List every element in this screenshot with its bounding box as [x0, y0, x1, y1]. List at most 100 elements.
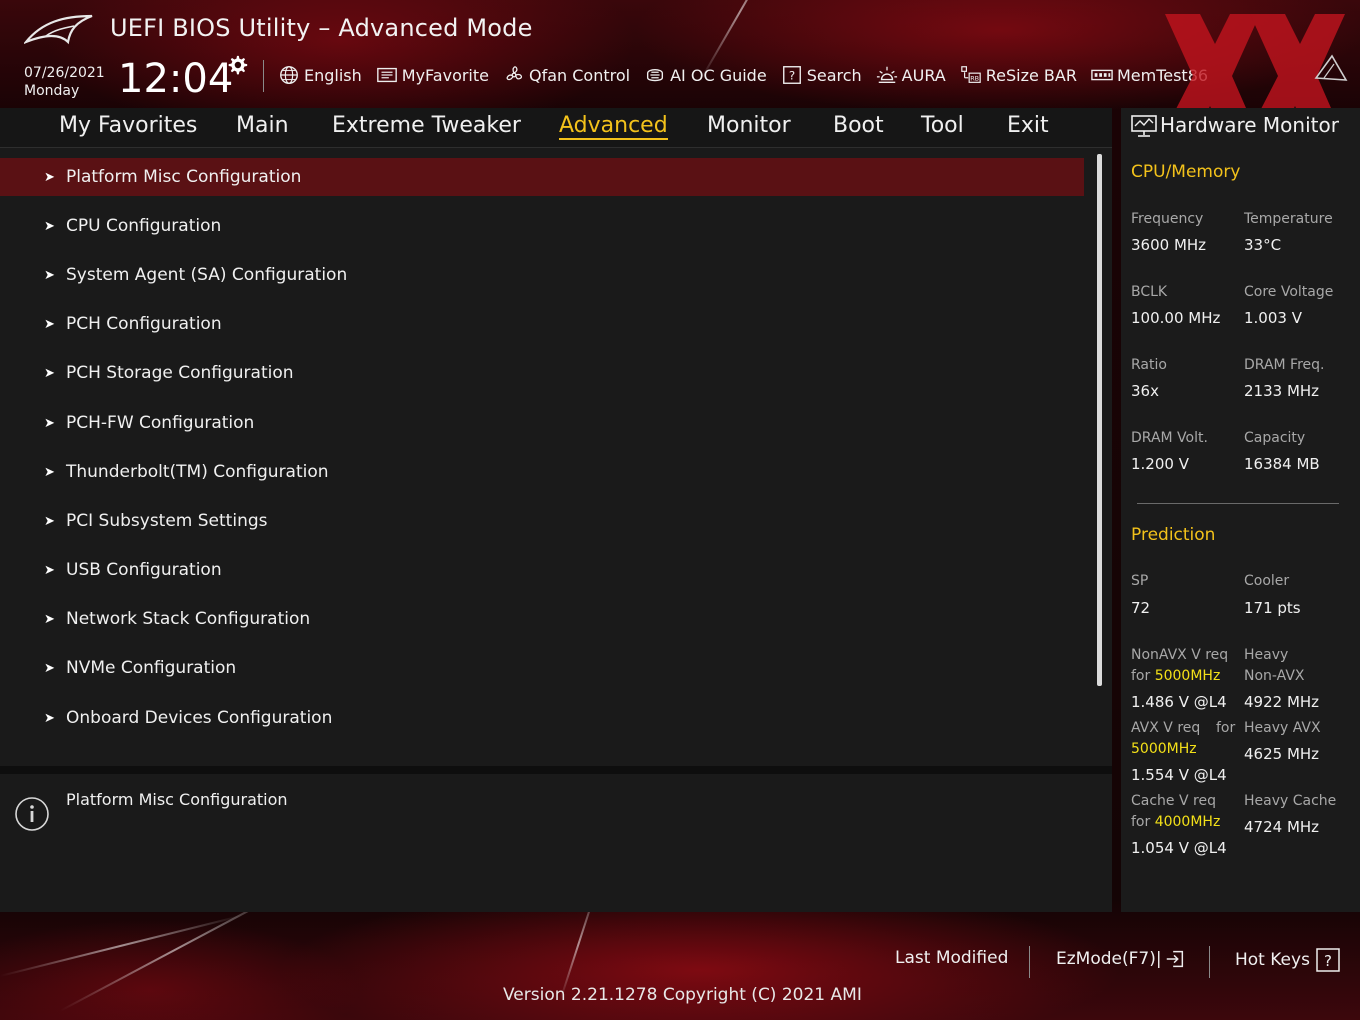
- search-button[interactable]: ? Search: [781, 64, 862, 86]
- myfavorite-button[interactable]: MyFavorite: [376, 64, 489, 86]
- aura-light-icon: [876, 66, 897, 84]
- monitor-icon: [1131, 115, 1157, 137]
- chevron-right-icon: ➤: [44, 267, 55, 283]
- nonavx-freq-highlight: 5000MHz: [1154, 668, 1221, 684]
- menu-item-label: PCH Storage Configuration: [66, 363, 294, 383]
- menu-item-label: CPU Configuration: [66, 216, 222, 236]
- dram-freq-value: 2133 MHz: [1244, 382, 1320, 400]
- date-display: 07/26/2021 Monday: [24, 64, 105, 100]
- clock-display: 12:04: [118, 56, 234, 102]
- ai-chip-icon: [647, 69, 664, 82]
- nonavx-for-text: for: [1131, 668, 1151, 684]
- date-text: 07/26/2021: [24, 65, 105, 81]
- tab-extreme-tweaker[interactable]: Extreme Tweaker: [332, 113, 521, 138]
- tab-boot[interactable]: Boot: [833, 113, 884, 138]
- footer-separator: [1029, 946, 1030, 978]
- menu-item-onboard-devices[interactable]: ➤ Onboard Devices Configuration: [0, 699, 1084, 737]
- dram-volt-value: 1.200 V: [1131, 455, 1189, 473]
- sp-label: SP: [1131, 573, 1149, 589]
- page-title: UEFI BIOS Utility – Advanced Mode: [110, 14, 533, 42]
- menu-item-system-agent[interactable]: ➤ System Agent (SA) Configuration: [0, 256, 1084, 294]
- heavy-nonavx-label: Heavy Non-AVX: [1244, 645, 1305, 687]
- language-button[interactable]: English: [278, 64, 362, 86]
- cache-label-line2: for 4000MHz: [1131, 812, 1220, 833]
- chevron-right-icon: ➤: [44, 169, 55, 185]
- heavy-nonavx-label-line1: Heavy: [1244, 647, 1289, 663]
- avx-vreq-text: AVX V req: [1131, 720, 1201, 736]
- aura-button[interactable]: AURA: [876, 64, 946, 86]
- tab-advanced[interactable]: Advanced: [559, 113, 668, 140]
- menu-item-pch-storage[interactable]: ➤ PCH Storage Configuration: [0, 354, 1084, 392]
- menu-item-label: PCH-FW Configuration: [66, 413, 255, 433]
- core-voltage-value: 1.003 V: [1244, 309, 1302, 327]
- ezmode-label: EzMode(F7)|: [1056, 949, 1162, 969]
- qfan-control-button[interactable]: Qfan Control: [503, 64, 630, 86]
- last-modified-button[interactable]: Last Modified: [895, 948, 1008, 968]
- tab-tool[interactable]: Tool: [921, 113, 964, 138]
- header-separator: [263, 60, 264, 92]
- resize-bar-icon: RB: [960, 66, 981, 83]
- menu-item-usb[interactable]: ➤ USB Configuration: [0, 551, 1084, 589]
- avx-vreq-value: 1.554 V @L4: [1131, 766, 1227, 784]
- menu-item-nvme[interactable]: ➤ NVMe Configuration: [0, 649, 1084, 687]
- resize-bar-button[interactable]: RB ReSize BAR: [960, 64, 1077, 86]
- tab-monitor[interactable]: Monitor: [707, 113, 791, 138]
- prediction-heading: Prediction: [1131, 525, 1216, 545]
- menu-item-cpu[interactable]: ➤ CPU Configuration: [0, 207, 1084, 245]
- cache-vreq-value: 1.054 V @L4: [1131, 839, 1227, 857]
- chevron-right-icon: ➤: [44, 611, 55, 627]
- dram-volt-label: DRAM Volt.: [1131, 430, 1208, 446]
- ezmode-button[interactable]: EzMode(F7)|: [1056, 948, 1186, 970]
- svg-text:?: ?: [789, 69, 795, 83]
- chevron-right-icon: ➤: [44, 710, 55, 726]
- cache-label-line1: Cache V req: [1131, 793, 1216, 809]
- menu-item-platform-misc[interactable]: ➤ Platform Misc Configuration: [0, 158, 1084, 196]
- nonavx-label-line2: for 5000MHz: [1131, 666, 1228, 687]
- advanced-menu-list: ➤ Platform Misc Configuration ➤ CPU Config…: [0, 148, 1112, 766]
- core-voltage-label: Core Voltage: [1244, 284, 1334, 300]
- avx-freq-highlight: 5000MHz: [1131, 741, 1197, 757]
- menu-item-pci-subsystem[interactable]: ➤ PCI Subsystem Settings: [0, 502, 1084, 540]
- tab-exit[interactable]: Exit: [1007, 113, 1049, 138]
- ai-oc-guide-label: AI OC Guide: [670, 65, 767, 85]
- favorite-list-icon: [376, 67, 397, 83]
- cooler-value: 171 pts: [1244, 599, 1301, 617]
- resize-bar-label: ReSize BAR: [985, 65, 1077, 85]
- menu-item-label: System Agent (SA) Configuration: [66, 265, 348, 285]
- menu-item-pch[interactable]: ➤ PCH Configuration: [0, 305, 1084, 343]
- hot-keys-button[interactable]: Hot Keys ?: [1235, 948, 1341, 972]
- memory-icon: [1091, 69, 1113, 81]
- mouse-cursor-icon: [1314, 54, 1348, 81]
- menu-scrollbar[interactable]: [1097, 154, 1102, 686]
- menu-item-label: Onboard Devices Configuration: [66, 708, 333, 728]
- tab-my-favorites[interactable]: My Favorites: [59, 113, 197, 138]
- chevron-right-icon: ➤: [44, 464, 55, 480]
- menu-item-pch-fw[interactable]: ➤ PCH-FW Configuration: [0, 404, 1084, 442]
- nonavx-vreq-label: NonAVX V req for 5000MHz: [1131, 645, 1228, 687]
- aura-label: AURA: [901, 65, 946, 85]
- capacity-label: Capacity: [1244, 430, 1306, 446]
- temperature-label: Temperature: [1244, 211, 1333, 227]
- cooler-label: Cooler: [1244, 573, 1290, 589]
- gear-icon[interactable]: [226, 54, 248, 76]
- fan-icon: [506, 66, 523, 81]
- avx-label-line1: AVX V req for: [1131, 718, 1241, 739]
- nonavx-vreq-value: 1.486 V @L4: [1131, 693, 1227, 711]
- chevron-right-icon: ➤: [44, 218, 55, 234]
- bclk-value: 100.00 MHz: [1131, 309, 1221, 327]
- menu-item-network-stack[interactable]: ➤ Network Stack Configuration: [0, 600, 1084, 638]
- tab-main[interactable]: Main: [236, 113, 289, 138]
- ai-oc-guide-button[interactable]: AI OC Guide: [644, 64, 767, 86]
- chevron-right-icon: ➤: [44, 660, 55, 676]
- menu-item-thunderbolt[interactable]: ➤ Thunderbolt(TM) Configuration: [0, 453, 1084, 491]
- monitor-divider: [1137, 503, 1339, 504]
- globe-icon: [280, 66, 298, 84]
- menu-item-label: Thunderbolt(TM) Configuration: [66, 462, 329, 482]
- chevron-right-icon: ➤: [44, 365, 55, 381]
- svg-text:RB: RB: [970, 75, 979, 83]
- avx-vreq-label: AVX V req for 5000MHz: [1131, 718, 1241, 760]
- frequency-label: Frequency: [1131, 211, 1204, 227]
- heavy-nonavx-label-line2: Non-AVX: [1244, 668, 1305, 684]
- menu-item-label: Network Stack Configuration: [66, 609, 311, 629]
- main-navigation: My Favorites Main Extreme Tweaker Advanc…: [0, 108, 1112, 148]
